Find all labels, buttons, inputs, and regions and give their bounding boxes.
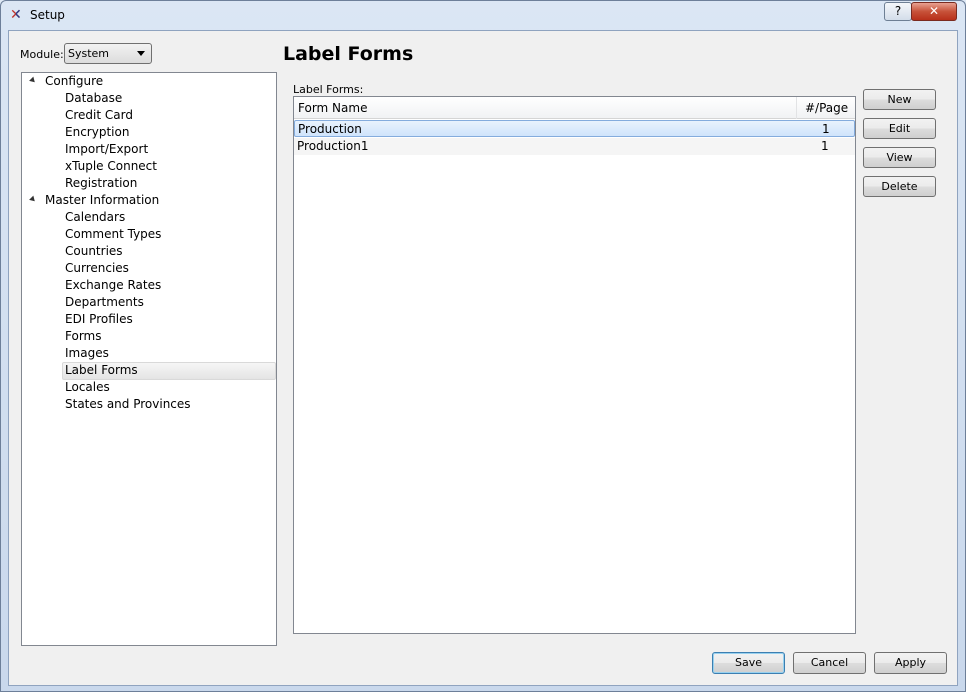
tree-item-label: Images bbox=[65, 346, 109, 360]
column-header-per-page[interactable]: #/Page bbox=[805, 101, 848, 115]
cell-per-page: 1 bbox=[821, 139, 829, 153]
title-bar[interactable]: ✕ ✕ Setup ? ✕ bbox=[1, 1, 965, 31]
tree-group-label: Configure bbox=[45, 74, 104, 88]
tree-item[interactable]: Label Forms bbox=[62, 362, 276, 380]
page-title: Label Forms bbox=[283, 43, 414, 65]
expand-triangle-icon[interactable] bbox=[29, 195, 37, 204]
tree-item[interactable]: Database bbox=[23, 90, 122, 107]
module-select-value: System bbox=[68, 47, 110, 60]
cell-form-name: Production bbox=[298, 122, 362, 136]
tree-item[interactable]: Calendars bbox=[23, 209, 125, 226]
table-row[interactable]: Production1 1 bbox=[294, 138, 855, 155]
tree-group[interactable]: Master Information bbox=[23, 192, 275, 209]
tree-item-label: Forms bbox=[65, 329, 102, 343]
label-forms-list[interactable]: Form Name #/Page Production 1 Production… bbox=[293, 96, 856, 634]
cell-form-name: Production1 bbox=[297, 139, 369, 153]
tree-item[interactable]: Departments bbox=[23, 294, 144, 311]
tree-item-label: Registration bbox=[65, 176, 138, 190]
edit-button[interactable]: Edit bbox=[863, 118, 936, 139]
tree-item[interactable]: Comment Types bbox=[23, 226, 161, 243]
tree-item-label: Currencies bbox=[65, 261, 129, 275]
chevron-down-icon bbox=[137, 51, 145, 56]
tree-item[interactable]: EDI Profiles bbox=[23, 311, 133, 328]
tree-item[interactable]: Registration bbox=[23, 175, 137, 192]
new-button[interactable]: New bbox=[863, 89, 936, 110]
list-label: Label Forms: bbox=[293, 83, 364, 96]
tree-item-label: xTuple Connect bbox=[65, 159, 157, 173]
tree-item-label: Calendars bbox=[65, 210, 126, 224]
tree-group[interactable]: Configure bbox=[23, 73, 275, 90]
tree-item[interactable]: Credit Card bbox=[23, 107, 133, 124]
tree-item[interactable]: Import/Export bbox=[23, 141, 148, 158]
delete-button[interactable]: Delete bbox=[863, 176, 936, 197]
save-button[interactable]: Save bbox=[712, 652, 785, 674]
tree-item-label: Comment Types bbox=[65, 227, 162, 241]
tree-item-label: EDI Profiles bbox=[65, 312, 133, 326]
tree-item-label: Credit Card bbox=[65, 108, 133, 122]
tree-item[interactable]: Currencies bbox=[23, 260, 129, 277]
tree-item[interactable]: Countries bbox=[23, 243, 123, 260]
apply-button[interactable]: Apply bbox=[874, 652, 947, 674]
tree-item[interactable]: Locales bbox=[23, 379, 110, 396]
tree-item-label: Countries bbox=[65, 244, 123, 258]
expand-triangle-icon[interactable] bbox=[29, 76, 37, 85]
xtuple-logo-icon: ✕ ✕ bbox=[10, 7, 22, 23]
close-button[interactable]: ✕ bbox=[911, 2, 957, 21]
tree-item[interactable]: Exchange Rates bbox=[23, 277, 161, 294]
window-title: Setup bbox=[30, 8, 65, 22]
tree-group-label: Master Information bbox=[45, 193, 160, 207]
tree-item[interactable]: Images bbox=[23, 345, 109, 362]
tree-item-label: Label Forms bbox=[65, 363, 138, 377]
tree-item-label: Locales bbox=[65, 380, 110, 394]
module-select[interactable]: System bbox=[64, 43, 152, 64]
tree-item-label: Exchange Rates bbox=[65, 278, 162, 292]
setup-tree[interactable]: Configure Database Credit Card Encryption Im… bbox=[21, 72, 277, 646]
list-header: Form Name #/Page bbox=[294, 97, 855, 119]
tree-item-label: Database bbox=[65, 91, 123, 105]
tree-item[interactable]: Forms bbox=[23, 328, 101, 345]
client-area: Module: System Configure Database Credit C… bbox=[8, 30, 958, 686]
tree-item[interactable]: States and Provinces bbox=[23, 396, 191, 413]
tree-item[interactable]: Encryption bbox=[23, 124, 129, 141]
tree-item[interactable]: xTuple Connect bbox=[23, 158, 157, 175]
help-button[interactable]: ? bbox=[884, 2, 912, 21]
tree-item-label: Encryption bbox=[65, 125, 130, 139]
module-label: Module: bbox=[20, 48, 64, 61]
view-button[interactable]: View bbox=[863, 147, 936, 168]
tree-item-label: States and Provinces bbox=[65, 397, 191, 411]
column-divider[interactable] bbox=[796, 97, 797, 119]
setup-window: ✕ ✕ Setup ? ✕ Module: System Configure Dat… bbox=[0, 0, 966, 692]
cell-per-page: 1 bbox=[822, 122, 830, 136]
cancel-button[interactable]: Cancel bbox=[793, 652, 866, 674]
column-header-form-name[interactable]: Form Name bbox=[298, 101, 367, 115]
tree-item-label: Import/Export bbox=[65, 142, 149, 156]
tree-item-label: Departments bbox=[65, 295, 144, 309]
table-row[interactable]: Production 1 bbox=[294, 120, 855, 137]
